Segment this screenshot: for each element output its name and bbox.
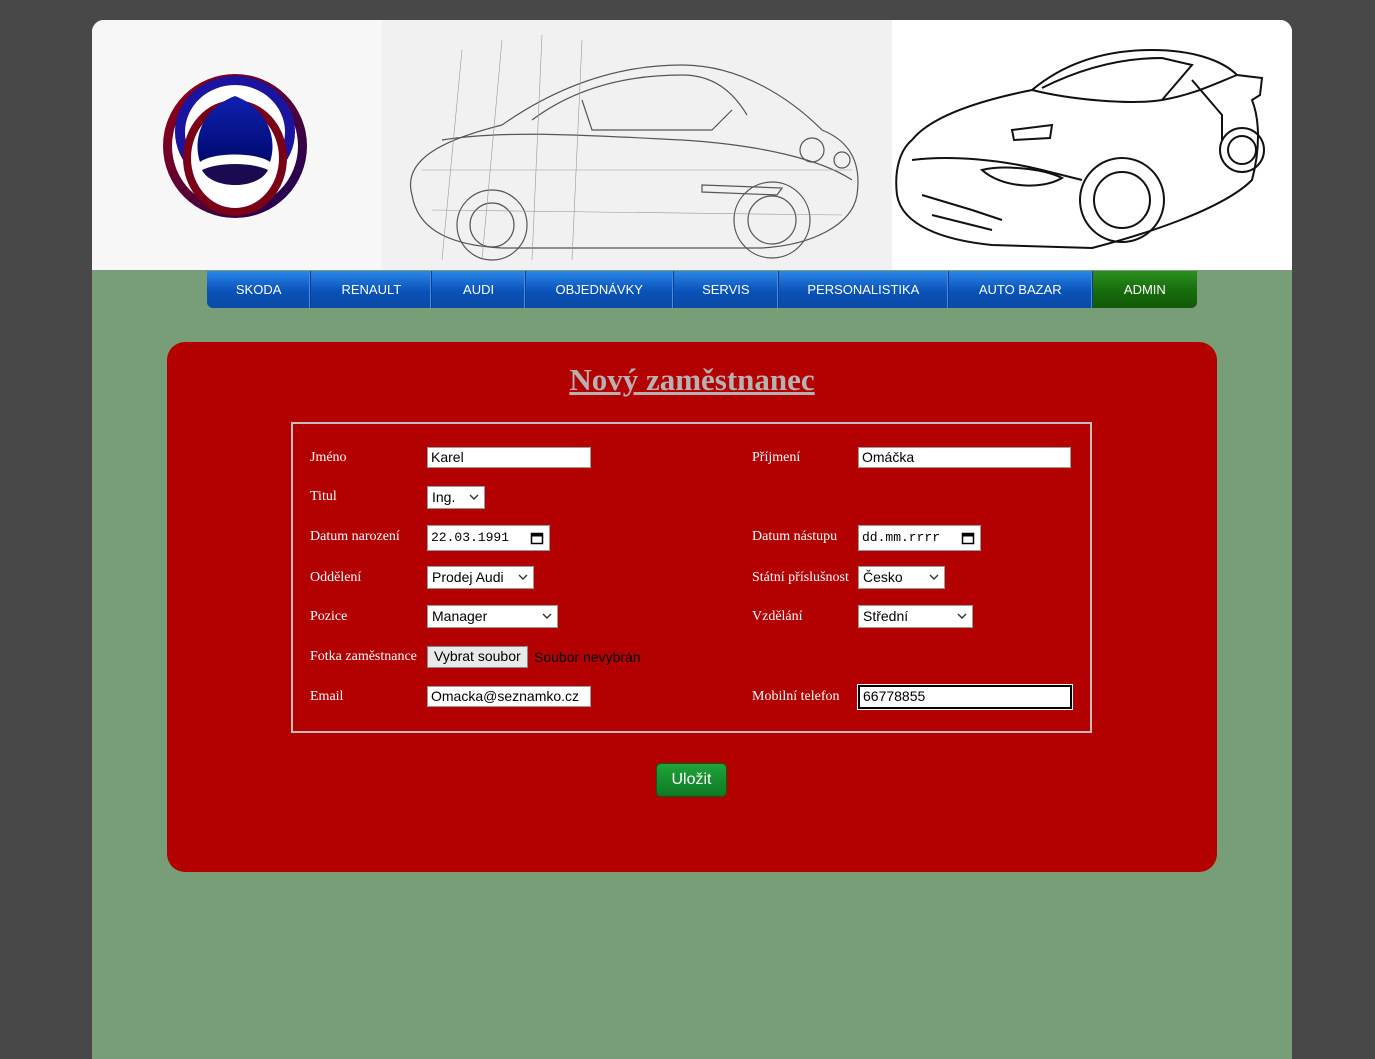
brand-logo[interactable] xyxy=(158,66,312,220)
oddeleni-select[interactable]: Prodej Audi xyxy=(427,566,534,589)
titul-select[interactable]: Ing. xyxy=(427,486,485,509)
nav-item-renault[interactable]: RENAULT xyxy=(311,271,433,308)
datum-nastupu-label: Datum nástupu xyxy=(752,529,838,544)
choose-file-button[interactable]: Vybrat soubor xyxy=(427,646,528,668)
datum-narozeni-label: Datum narození xyxy=(310,529,400,544)
mobilni-telefon-input[interactable]: 66778855 xyxy=(857,684,1073,710)
nav-item-personalistika[interactable]: PERSONALISTIKA xyxy=(779,271,949,308)
pozice-select-value: Manager xyxy=(432,608,488,624)
statni-prislusnost-value: Česko xyxy=(863,569,903,585)
vzdelani-label: Vzdělání xyxy=(752,609,803,624)
email-input[interactable]: Omacka@seznamko.cz xyxy=(427,686,591,707)
email-label: Email xyxy=(310,689,344,704)
datum-nastupu-input[interactable]: dd.mm.rrrr xyxy=(858,525,981,551)
employee-form-card: Nový zaměstnanec Jméno Karel Příjmení Om… xyxy=(167,342,1217,872)
statni-prislusnost-label: Státní příslušnost xyxy=(752,570,849,585)
nav-item-objednavky[interactable]: OBJEDNÁVKY xyxy=(526,271,674,308)
header-banner xyxy=(92,20,1292,271)
chevron-down-icon xyxy=(929,574,939,580)
chevron-down-icon xyxy=(469,494,479,500)
main-navigation: SKODA RENAULT AUDI OBJEDNÁVKY SERVIS PER… xyxy=(207,271,1197,308)
nav-item-auto-bazar[interactable]: AUTO BAZAR xyxy=(949,271,1093,308)
vzdelani-select-value: Střední xyxy=(863,608,909,624)
vzdelani-select[interactable]: Střední xyxy=(858,605,973,628)
prijmeni-label: Příjmení xyxy=(752,450,801,465)
datum-narozeni-input[interactable]: 22.03.1991 xyxy=(427,525,550,551)
jmeno-input[interactable]: Karel xyxy=(427,447,591,468)
prijmeni-input[interactable]: Omáčka xyxy=(858,447,1071,468)
nav-item-servis[interactable]: SERVIS xyxy=(674,271,779,308)
fotka-label: Fotka zaměstnance xyxy=(310,649,417,664)
oddeleni-select-value: Prodej Audi xyxy=(432,569,504,585)
page-container: SKODA RENAULT AUDI OBJEDNÁVKY SERVIS PER… xyxy=(92,20,1292,1059)
datum-narozeni-value: 22.03.1991 xyxy=(431,530,510,545)
chevron-down-icon xyxy=(518,574,528,580)
pozice-select[interactable]: Manager xyxy=(427,605,558,628)
form-fieldset: Jméno Karel Příjmení Omáčka Titul Ing. D… xyxy=(291,422,1092,733)
titul-label: Titul xyxy=(310,489,337,504)
pozice-label: Pozice xyxy=(310,609,348,624)
form-title: Nový zaměstnanec xyxy=(569,362,815,397)
car-sketch-image xyxy=(382,20,892,270)
oddeleni-label: Oddělení xyxy=(310,570,362,585)
car-lineart-image xyxy=(892,20,1292,270)
chevron-down-icon xyxy=(542,613,552,619)
chevron-down-icon xyxy=(957,613,967,619)
nav-item-admin[interactable]: ADMIN xyxy=(1092,271,1197,308)
nav-item-audi[interactable]: AUDI xyxy=(432,271,526,308)
titul-select-value: Ing. xyxy=(432,489,456,505)
statni-prislusnost-select[interactable]: Česko xyxy=(858,566,945,589)
calendar-icon[interactable] xyxy=(961,531,975,545)
calendar-icon[interactable] xyxy=(530,531,544,545)
nav-item-skoda[interactable]: SKODA xyxy=(207,271,312,308)
mobilni-telefon-label: Mobilní telefon xyxy=(752,689,840,704)
datum-nastupu-value: dd.mm.rrrr xyxy=(862,530,941,545)
save-button[interactable]: Uložit xyxy=(656,763,727,797)
jmeno-label: Jméno xyxy=(310,450,347,465)
logo-panel xyxy=(92,20,382,270)
file-status-text: Soubor nevybrán xyxy=(534,649,641,665)
